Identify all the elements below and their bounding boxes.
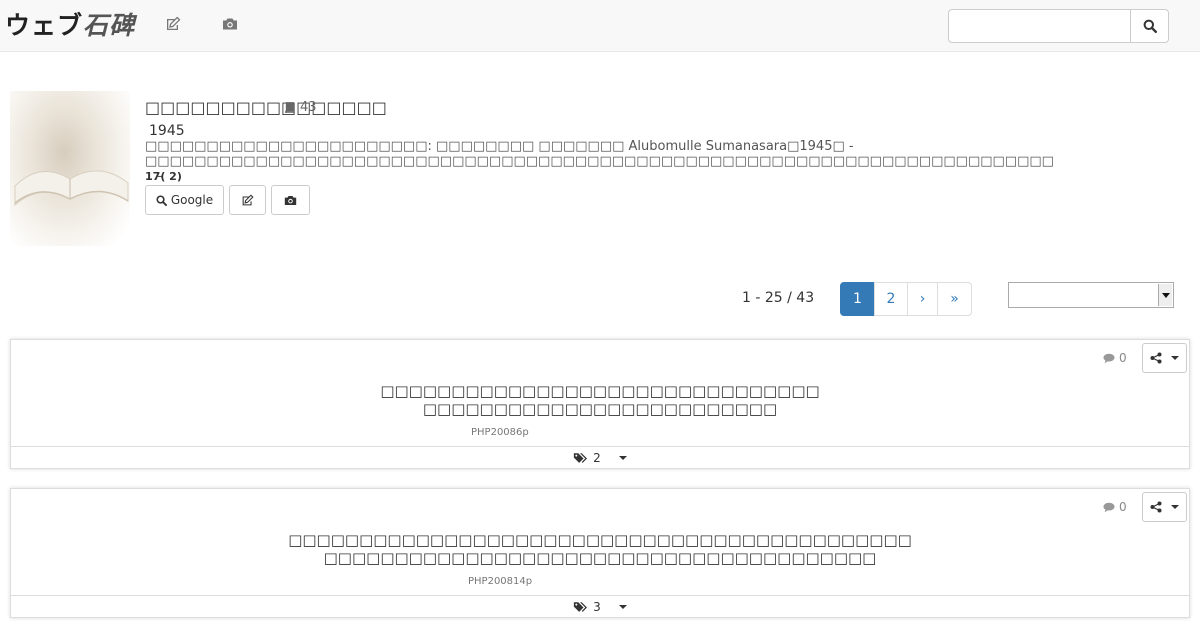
book-stats-b: 2 <box>169 170 177 183</box>
edit-icon[interactable] <box>165 16 187 36</box>
search-input[interactable] <box>948 9 1131 43</box>
result-title[interactable]: □□□□□□□□□□□□□□□□□□□□□□□□□□□□□□□ □□□□□□□□… <box>11 382 1189 418</box>
result-title[interactable]: □□□□□□□□□□□□□□□□□□□□□□□□□□□□□□□□□□□□□□□□… <box>11 531 1189 567</box>
comment-count[interactable]: 0 <box>1103 500 1127 514</box>
result-title-line-2: □□□□□□□□□□□□□□□□□□□□□□□□□ <box>422 400 778 418</box>
comment-count-value: 0 <box>1119 351 1127 365</box>
comment-count[interactable]: 0 <box>1103 351 1127 365</box>
photo-book-button[interactable] <box>271 185 310 215</box>
camera-icon <box>284 195 297 205</box>
edit-icon <box>242 193 254 205</box>
book-stats-a: 17 <box>145 170 161 183</box>
top-navbar: ウェブ石碑 <box>0 0 1200 52</box>
book-description-text: □□□□□□□□□□□□□□□□□□□□□□□: □□□□□□□□ □□□□□□… <box>145 139 1054 169</box>
tags-icon <box>574 452 588 463</box>
result-card: 0 □□□□□□□□□□□□□□□□□□□□□□□□□□□□□□□ □□□□□□… <box>10 339 1190 469</box>
page-1[interactable]: 1 <box>840 282 875 316</box>
book-icon <box>285 102 294 113</box>
comment-icon <box>1103 353 1115 363</box>
edit-book-button[interactable] <box>229 185 266 215</box>
chevron-down-icon <box>618 604 627 609</box>
google-search-button[interactable]: Google <box>145 185 224 215</box>
page-last[interactable]: » <box>937 282 972 316</box>
share-icon <box>1150 352 1162 364</box>
chevron-down-icon <box>618 455 627 460</box>
page-2[interactable]: 2 <box>874 282 908 316</box>
search-button[interactable] <box>1130 9 1169 43</box>
tags-icon <box>574 601 588 612</box>
result-card: 0 □□□□□□□□□□□□□□□□□□□□□□□□□□□□□□□□□□□□□□… <box>10 488 1190 618</box>
search-icon <box>1143 19 1157 33</box>
result-footer[interactable]: 3 <box>11 595 1189 617</box>
pagination: 1 2 › » <box>840 282 972 316</box>
sort-select[interactable] <box>1008 282 1174 308</box>
book-stats: 17( 2) <box>145 170 182 183</box>
comment-icon <box>1103 502 1115 512</box>
result-range: 1 - 25 / 43 <box>742 290 815 306</box>
share-button[interactable] <box>1142 492 1187 522</box>
chevron-down-icon <box>1171 505 1179 509</box>
google-label: Google <box>170 193 214 207</box>
result-code: PHP20086p <box>471 427 529 438</box>
comment-count-value: 0 <box>1119 500 1127 514</box>
book-count-value: 43 <box>300 100 317 115</box>
logo-text-katakana: ウェブ <box>5 11 84 40</box>
chevron-down-icon <box>1171 356 1179 360</box>
result-title-line-1: □□□□□□□□□□□□□□□□□□□□□□□□□□□□□□□ <box>380 382 820 400</box>
result-code: PHP200814p <box>468 576 533 587</box>
share-icon <box>1150 501 1162 513</box>
page-next[interactable]: › <box>907 282 938 316</box>
chevron-down-icon <box>1158 284 1172 306</box>
share-button[interactable] <box>1142 343 1187 373</box>
tag-count: 2 <box>593 450 601 465</box>
book-description-more[interactable]: ...- <box>145 169 1190 184</box>
book-year: 1945 <box>149 123 185 139</box>
book-count: 43 <box>284 100 317 115</box>
camera-icon[interactable] <box>222 16 244 36</box>
book-title[interactable]: □□□□□□□□□□□□□□□□ <box>145 98 387 117</box>
logo-text-kanji: 石碑 <box>83 11 136 40</box>
book-cover-image <box>10 91 130 246</box>
result-title-line-1: □□□□□□□□□□□□□□□□□□□□□□□□□□□□□□□□□□□□□□□□… <box>288 531 912 549</box>
search-icon <box>156 194 167 206</box>
result-title-line-2: □□□□□□□□□□□□□□□□□□□□□□□□□□□□□□□□□□□□□□□ <box>323 549 877 567</box>
site-logo[interactable]: ウェブ石碑 <box>5 6 135 42</box>
book-description: □□□□□□□□□□□□□□□□□□□□□□□: □□□□□□□□ □□□□□□… <box>145 139 1190 184</box>
result-footer[interactable]: 2 <box>11 446 1189 468</box>
tag-count: 3 <box>593 599 601 614</box>
